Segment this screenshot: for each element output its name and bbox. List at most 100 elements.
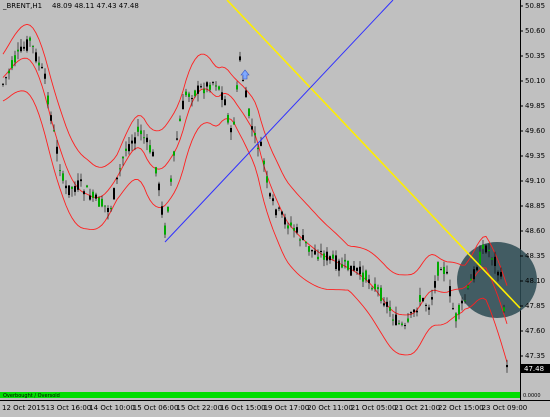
candle-body: [368, 279, 370, 283]
candle-body: [203, 89, 205, 94]
time-tick-label: 21 Oct 21:00: [394, 404, 440, 412]
candle-body: [128, 144, 130, 152]
time-tick-label: 14 Oct 10:00: [89, 404, 135, 412]
candle-body: [467, 285, 469, 289]
candle-body: [476, 267, 478, 271]
candle-body: [209, 84, 211, 90]
price-tick-label: 48.35: [525, 252, 545, 260]
candle-body: [344, 259, 346, 262]
candle-body: [353, 265, 355, 271]
candle-body: [122, 156, 124, 159]
candle-body: [293, 228, 295, 231]
candle-body: [407, 318, 409, 322]
candle-body: [194, 90, 196, 96]
candle-body: [92, 191, 94, 198]
candle-body: [386, 301, 388, 307]
candle-body: [74, 186, 76, 192]
candle-body: [377, 287, 379, 290]
candle-body: [80, 179, 82, 182]
time-axis: 12 Oct 2015 13 Oct 16:0014 Oct 10:0015 Oc…: [2, 404, 527, 412]
candle-body: [131, 140, 133, 144]
candle-body: [263, 160, 265, 165]
candle-body: [17, 49, 19, 52]
candle-body: [227, 114, 229, 123]
candle-body: [398, 323, 400, 325]
candle-body: [26, 39, 28, 51]
candle-body: [431, 297, 433, 300]
candle-body: [197, 85, 199, 94]
candle-body: [20, 46, 22, 52]
candle-body: [116, 177, 118, 180]
ohlc-label: 48.09 48.11 47.43 47.48: [52, 2, 139, 10]
price-chart-canvas[interactable]: _BRENT,H1 48.09 48.11 47.43 47.48 50.85 5…: [0, 0, 550, 413]
candle-body: [95, 194, 97, 199]
candle-body: [212, 82, 214, 84]
candle-body: [362, 272, 364, 282]
candle-body: [218, 86, 220, 90]
candle-body: [371, 288, 373, 290]
candle-body: [107, 207, 109, 213]
candle-body: [440, 269, 442, 271]
candle-body: [404, 325, 406, 327]
price-tick-label: 47.60: [525, 327, 545, 335]
trading-chart[interactable]: _BRENT,H1 48.09 48.11 47.43 47.48 50.85 5…: [0, 0, 550, 413]
candle-body: [485, 245, 487, 253]
candle-body: [311, 249, 313, 252]
candle-body: [350, 265, 352, 276]
candle-body: [110, 207, 112, 210]
candle-body: [299, 239, 301, 241]
candle-body: [320, 250, 322, 253]
candle-body: [5, 77, 7, 79]
candle-body: [146, 137, 148, 143]
candle-body: [305, 241, 307, 244]
candle-body: [38, 62, 40, 66]
candle-body: [356, 267, 358, 271]
candle-body: [503, 307, 505, 312]
candle-body: [89, 195, 91, 200]
candle-body: [470, 278, 472, 281]
candle-body: [83, 191, 85, 195]
candle-body: [380, 287, 382, 301]
candle-body: [341, 264, 343, 268]
indicator-label: Overbought / Oversold: [3, 393, 60, 399]
candle-body: [269, 193, 271, 197]
candle-body: [473, 269, 475, 280]
candle-body: [338, 260, 340, 271]
candle-body: [242, 79, 244, 82]
candle-body: [161, 206, 163, 215]
candle-body: [119, 168, 121, 170]
candle-body: [152, 151, 154, 157]
candle-body: [365, 270, 367, 281]
candle-body: [278, 207, 280, 209]
candle-body: [314, 250, 316, 255]
price-tick-label: 47.35: [525, 352, 545, 360]
time-tick-label: 15 Oct 06:00: [133, 404, 179, 412]
candle-body: [104, 205, 106, 207]
candle-body: [479, 251, 481, 265]
candle-body: [155, 167, 157, 174]
candle-body: [86, 185, 88, 188]
candle-body: [101, 198, 103, 207]
candle-body: [185, 91, 187, 96]
candle-body: [170, 178, 172, 182]
candle-body: [275, 209, 277, 216]
candle-body: [224, 99, 226, 106]
candle-body: [437, 262, 439, 276]
candle-body: [506, 364, 508, 368]
candle-body: [488, 249, 490, 252]
time-tick-label: 22 Oct 15:00: [438, 404, 484, 412]
candle-body: [188, 93, 190, 97]
candle-body: [23, 46, 25, 49]
candle-body: [68, 185, 70, 196]
candle-body: [461, 300, 463, 304]
candle-body: [446, 271, 448, 274]
candle-body: [482, 244, 484, 249]
candle-body: [245, 90, 247, 98]
candle-body: [248, 108, 250, 116]
candle-body: [284, 217, 286, 225]
candle-body: [389, 307, 391, 311]
candle-body: [266, 176, 268, 183]
candle-body: [143, 137, 145, 139]
candle-body: [449, 286, 451, 297]
candle-body: [65, 185, 67, 189]
